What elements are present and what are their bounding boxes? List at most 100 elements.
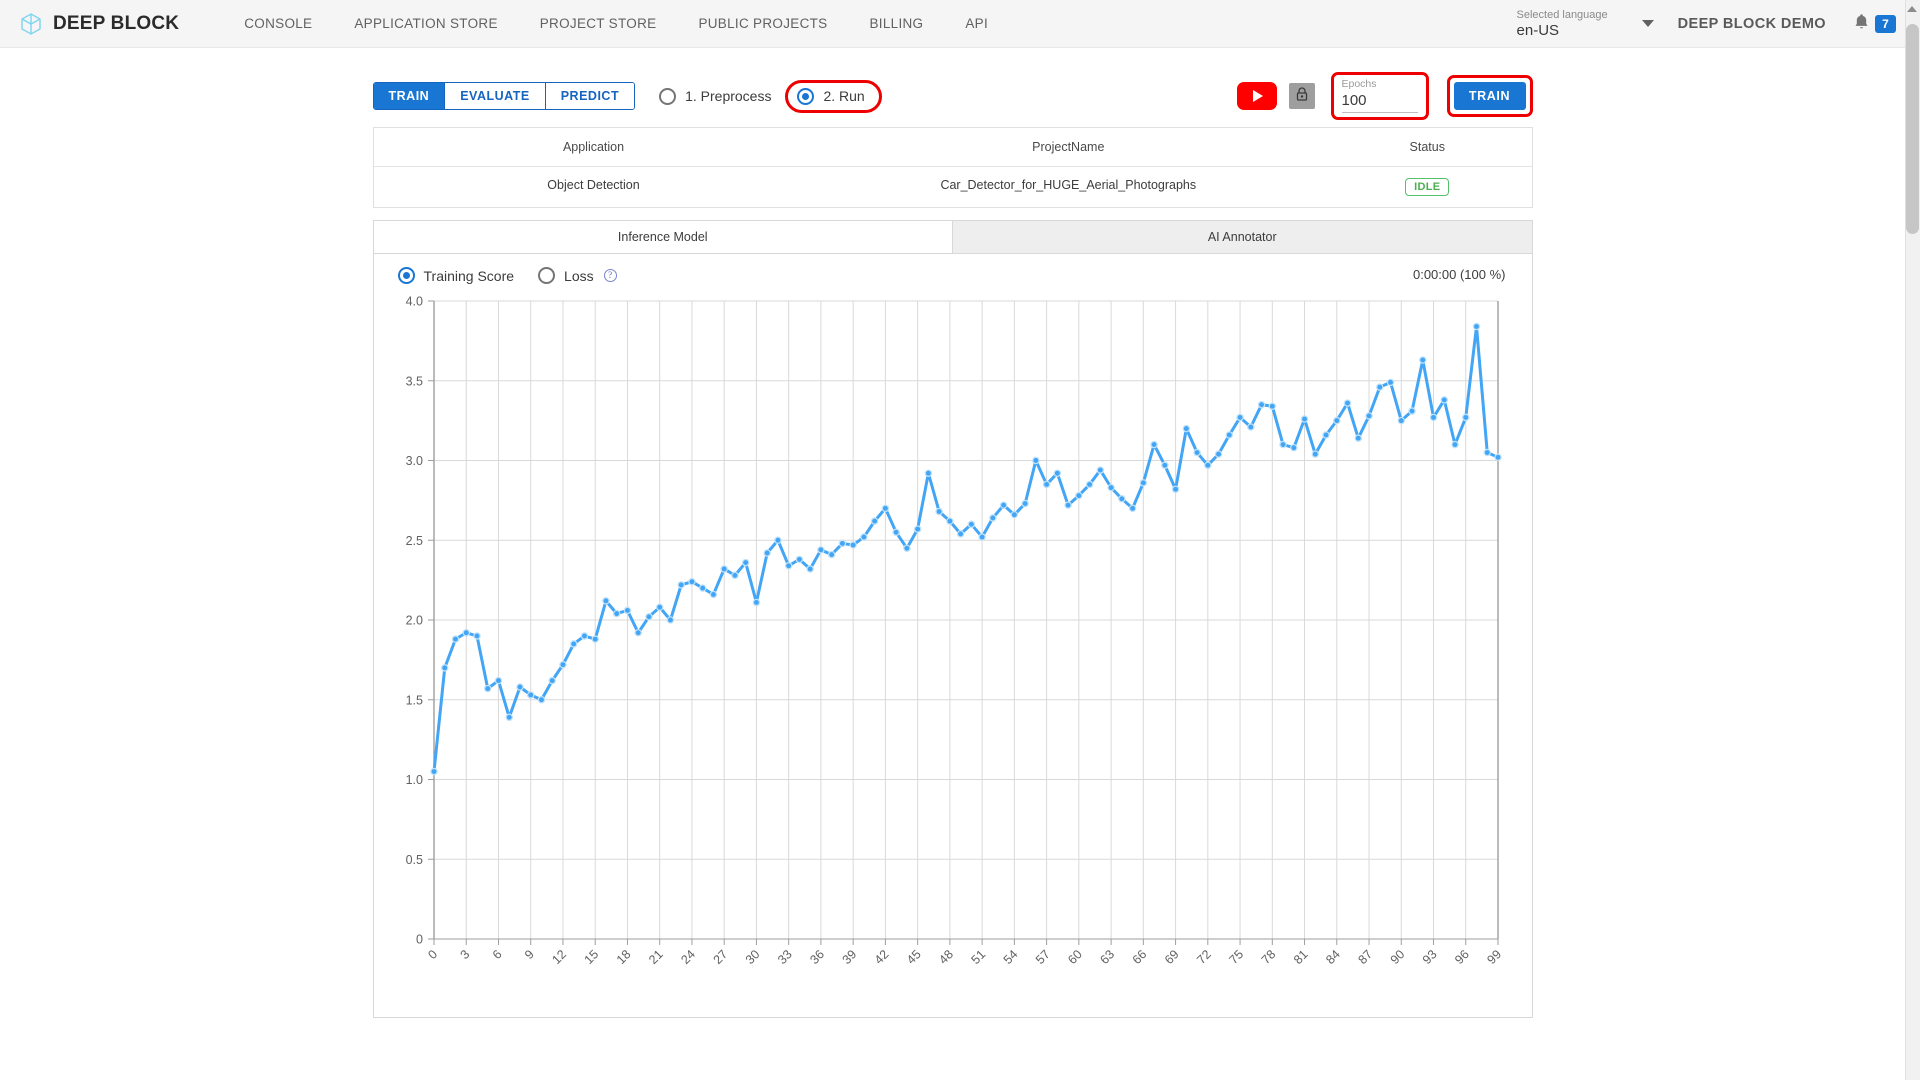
svg-text:87: 87 (1355, 947, 1375, 967)
epochs-input[interactable] (1341, 91, 1418, 113)
page-body: TRAIN EVALUATE PREDICT 1. Preprocess 2. … (0, 48, 1905, 1018)
svg-text:0: 0 (425, 947, 440, 962)
lock-toggle-button[interactable] (1288, 83, 1315, 109)
nav-item-application-store[interactable]: APPLICATION STORE (333, 10, 518, 37)
scrollbar-thumb[interactable] (1906, 24, 1919, 234)
tab-inference-model[interactable]: Inference Model (373, 221, 952, 254)
nav-item-billing[interactable]: BILLING (848, 10, 944, 37)
tab-evaluate[interactable]: EVALUATE (445, 83, 546, 109)
svg-text:33: 33 (775, 947, 795, 967)
train-button[interactable]: TRAIN (1453, 82, 1526, 110)
svg-text:78: 78 (1258, 947, 1278, 967)
chart-svg: 00.51.01.52.02.53.03.54.00 3 6 9 12 15 18 21 24 2… (405, 295, 1504, 967)
svg-text:3.0: 3.0 (405, 454, 422, 468)
radio-loss-icon[interactable] (538, 267, 556, 284)
chevron-down-icon[interactable] (1641, 20, 1654, 28)
step-run[interactable]: 2. Run (797, 87, 865, 105)
svg-text:48: 48 (936, 947, 956, 967)
brand-name: DEEP BLOCK (53, 12, 180, 34)
training-score-chart: 0 0.5 1.0 1.5 2.0 2.5 3.0 3.5 4.0 0 3 6 9 12 15 18 21 24 2… (374, 287, 1532, 1017)
svg-text:3: 3 (457, 947, 472, 962)
svg-text:39: 39 (839, 947, 859, 967)
svg-text:6: 6 (489, 947, 504, 962)
nav-item-api[interactable]: API (944, 10, 1009, 37)
svg-text:1.0: 1.0 (405, 773, 422, 787)
content-container: TRAIN EVALUATE PREDICT 1. Preprocess 2. … (372, 48, 1533, 1018)
elapsed-time-label: 0:00:00 (100 %) (1412, 267, 1506, 282)
svg-text:60: 60 (1065, 947, 1085, 967)
step-preprocess-label: 1. Preprocess (685, 88, 772, 104)
language-selector[interactable]: Selected language en-US (1517, 9, 1654, 39)
nav-item-project-store[interactable]: PROJECT STORE (519, 10, 678, 37)
chart-tabs: Inference Model AI Annotator (373, 221, 1532, 254)
toolbar-actions: Epochs TRAIN (1236, 72, 1533, 120)
svg-text:15: 15 (581, 947, 601, 967)
project-table: Application ProjectName Status Object De… (372, 127, 1533, 208)
svg-text:18: 18 (613, 947, 633, 967)
metric-loss-label: Loss (564, 267, 594, 284)
svg-text:4.0: 4.0 (405, 295, 422, 309)
svg-text:12: 12 (549, 947, 569, 967)
svg-text:63: 63 (1097, 947, 1117, 967)
column-header-application: Application (562, 140, 625, 154)
user-menu[interactable]: DEEP BLOCK DEMO (1678, 16, 1826, 32)
project-toolbar: TRAIN EVALUATE PREDICT 1. Preprocess 2. … (372, 72, 1533, 120)
svg-text:99: 99 (1484, 947, 1504, 967)
cell-application: Object Detection (547, 178, 640, 192)
table-row[interactable]: Object Detection Car_Detector_for_HUGE_A… (373, 166, 1532, 207)
bell-icon (1852, 12, 1871, 37)
svg-text:30: 30 (742, 947, 762, 967)
radio-training-score-icon[interactable] (397, 267, 415, 284)
radio-run-icon[interactable] (797, 87, 815, 105)
table-header-row: Application ProjectName Status (374, 128, 1532, 166)
page-scrollbar[interactable] (1905, 0, 1920, 1080)
svg-text:2.5: 2.5 (405, 534, 422, 548)
step-run-label: 2. Run (823, 88, 865, 104)
svg-text:81: 81 (1290, 947, 1310, 967)
radio-preprocess-icon[interactable] (659, 87, 677, 105)
step-preprocess[interactable]: 1. Preprocess (659, 87, 772, 105)
svg-text:93: 93 (1419, 947, 1439, 967)
nav-item-public-projects[interactable]: PUBLIC PROJECTS (677, 10, 848, 37)
svg-text:54: 54 (1000, 947, 1020, 967)
svg-text:69: 69 (1161, 947, 1181, 967)
epochs-highlight: Epochs (1330, 72, 1429, 120)
svg-text:1.5: 1.5 (405, 693, 422, 707)
lock-icon (1295, 86, 1309, 107)
svg-text:57: 57 (1032, 947, 1052, 967)
brand[interactable]: DEEP BLOCK (18, 11, 179, 37)
svg-text:36: 36 (807, 947, 827, 967)
status-badge: IDLE (1405, 178, 1450, 196)
svg-text:24: 24 (678, 947, 698, 967)
help-icon[interactable]: ? (603, 269, 617, 282)
nav-item-console[interactable]: CONSOLE (223, 10, 333, 37)
language-value: en-US (1516, 21, 1560, 39)
svg-text:45: 45 (904, 947, 924, 967)
chart-panel: Inference Model AI Annotator Training Sc… (372, 220, 1533, 1018)
svg-text:3.5: 3.5 (405, 374, 422, 388)
tab-predict[interactable]: PREDICT (545, 83, 635, 109)
chart-metric-controls: Training Score Loss ? 0:00:00 (100 %) (374, 254, 1532, 284)
play-icon (1252, 90, 1263, 102)
metric-training-score[interactable]: Training Score (397, 267, 514, 284)
notification-count-badge: 7 (1875, 15, 1896, 33)
svg-text:27: 27 (710, 947, 730, 967)
svg-text:9: 9 (522, 947, 537, 962)
youtube-tutorial-button[interactable] (1236, 82, 1277, 110)
tab-ai-annotator[interactable]: AI Annotator (952, 221, 1532, 254)
cell-projectname: Car_Detector_for_HUGE_Aerial_Photographs (940, 178, 1197, 192)
svg-text:90: 90 (1387, 947, 1407, 967)
app-header: DEEP BLOCK CONSOLE APPLICATION STORE PRO… (0, 0, 1920, 48)
svg-text:0: 0 (416, 933, 423, 947)
tab-train[interactable]: TRAIN (373, 83, 446, 109)
svg-text:0.5: 0.5 (405, 853, 422, 867)
notifications[interactable]: 7 (1852, 12, 1896, 37)
main-nav: CONSOLE APPLICATION STORE PROJECT STORE … (223, 10, 1009, 37)
column-header-projectname: ProjectName (1032, 140, 1105, 154)
epochs-field: Epochs (1338, 78, 1422, 113)
svg-text:2.0: 2.0 (405, 614, 422, 628)
metric-loss[interactable]: Loss ? (538, 267, 617, 284)
header-right: Selected language en-US DEEP BLOCK DEMO … (1517, 0, 1896, 48)
scroll-up-arrow-icon[interactable] (1907, 6, 1917, 12)
step-run-highlight: 2. Run (785, 79, 882, 113)
